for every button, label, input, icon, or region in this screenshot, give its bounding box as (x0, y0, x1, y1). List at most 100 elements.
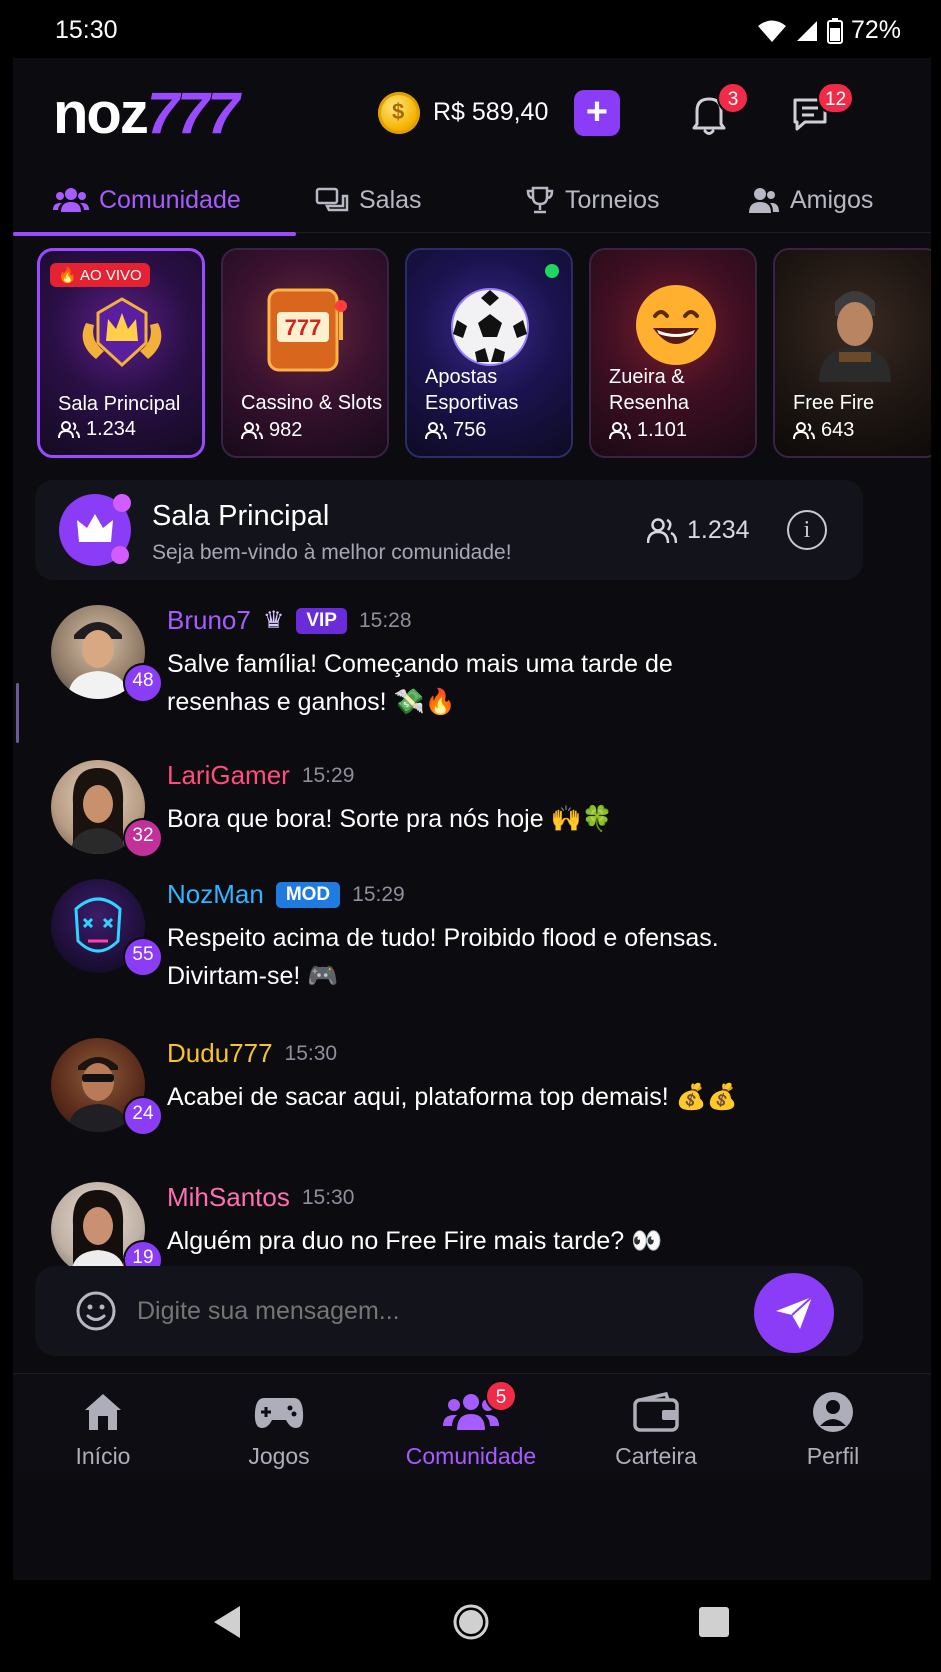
messages-button[interactable]: 12 (781, 82, 855, 144)
soccer-ball-icon (451, 288, 529, 366)
vip-tag: VIP (296, 607, 347, 634)
avatar-person-icon (71, 768, 125, 854)
room-member-count: 643 (793, 419, 854, 442)
nav-inicio[interactable]: Início (23, 1374, 183, 1479)
message-text: Respeito acima de tudo! Proibido flood e… (167, 924, 719, 990)
crown-emblem-icon (82, 297, 162, 368)
status-time: 15:30 (55, 16, 118, 44)
emoji-button[interactable] (75, 1290, 117, 1332)
nav-label: Perfil (806, 1443, 860, 1469)
notifications-button[interactable]: 3 (679, 82, 749, 144)
room-card-apostas-esportivas[interactable]: Apostas Esportivas 756 (405, 248, 573, 458)
crown-icon: ♛ (262, 607, 285, 634)
wifi-icon (757, 20, 786, 42)
svg-text:777: 777 (285, 315, 322, 340)
trophy-icon (526, 186, 554, 214)
room-count-value: 643 (821, 419, 855, 441)
nav-jogos[interactable]: Jogos (199, 1374, 359, 1479)
room-member-count: 982 (241, 419, 302, 442)
users-icon (53, 188, 89, 212)
soldier-character-icon (819, 291, 891, 382)
avatar-person-icon (68, 622, 128, 699)
room-name: Cassino & Slots (241, 392, 383, 414)
members-icon (647, 517, 677, 543)
nav-carteira[interactable]: Carteira (576, 1374, 736, 1479)
notifications-badge: 3 (717, 82, 749, 114)
tab-label: Comunidade (99, 185, 241, 214)
neon-mask-icon (74, 897, 122, 953)
username[interactable]: NozMan (167, 879, 264, 910)
status-dot (111, 546, 129, 564)
room-card-zueira-resenha[interactable]: Zueira & Resenha 1.101 (589, 248, 757, 458)
message-header: NozMan MOD 15:29 (167, 879, 405, 910)
tab-comunidade[interactable]: Comunidade (53, 168, 241, 232)
message-text: Alguém pra duo no Free Fire mais tarde? … (167, 1227, 663, 1255)
message-header: Bruno7 ♛ VIP 15:28 (167, 605, 412, 636)
message-text: Bora que bora! Sorte pra nós hoje 🙌🍀 (167, 805, 613, 833)
level-badge: 24 (123, 1096, 163, 1136)
message-text: Salve família! Começando mais uma tarde … (167, 650, 673, 716)
profile-icon (813, 1392, 853, 1432)
room-card-sala-principal[interactable]: 🔥 AO VIVO Sala Principal 1.234 (37, 248, 205, 458)
room-name: Free Fire (793, 392, 875, 414)
room-card-cassino-slots[interactable]: 777 Cassino & Slots 982 (221, 248, 389, 458)
room-count-value: 756 (453, 419, 487, 441)
members-icon (609, 421, 631, 439)
nav-label: Carteira (615, 1443, 697, 1469)
message-time: 15:30 (284, 1041, 338, 1065)
level-badge: 55 (123, 937, 163, 977)
slot-machine-icon: 777 (267, 288, 347, 372)
nav-perfil[interactable]: Perfil (753, 1374, 913, 1479)
username[interactable]: LariGamer (167, 760, 290, 791)
room-count-value: 1.101 (637, 419, 688, 441)
app-header: noz777 $ R$ 589,40 + 3 12 (13, 58, 931, 168)
coin-symbol: $ (392, 99, 405, 124)
live-badge: 🔥 AO VIVO (50, 263, 150, 287)
nav-comunidade[interactable]: 5 Comunidade (391, 1374, 551, 1479)
status-bar: 15:30 72% (0, 0, 941, 60)
tab-label: Amigos (790, 185, 874, 214)
user-friends-icon (749, 188, 779, 213)
scroll-indicator[interactable] (16, 683, 19, 743)
room-count-value: 982 (269, 419, 303, 441)
message-header: Dudu777 15:30 (167, 1038, 337, 1069)
bottom-navigation: Início Jogos 5 Comunidade Carteira Perfi… (13, 1373, 931, 1479)
send-button[interactable] (754, 1273, 834, 1353)
rooms-carousel[interactable]: 🔥 AO VIVO Sala Principal 1.234 777 Cassi… (13, 246, 931, 466)
message-composer (35, 1266, 863, 1356)
members-icon (793, 421, 815, 439)
username[interactable]: MihSantos (167, 1182, 290, 1213)
room-avatar (59, 494, 131, 566)
active-tab-indicator (13, 232, 296, 236)
tab-torneios[interactable]: Torneios (525, 168, 660, 232)
tab-label: Salas (359, 185, 422, 214)
recents-icon[interactable] (697, 1605, 731, 1639)
tab-salas[interactable]: Salas (315, 168, 422, 232)
message-input[interactable] (135, 1296, 639, 1327)
room-info-bar: Sala Principal Seja bem-vindo à melhor c… (35, 480, 863, 580)
room-count-value: 1.234 (86, 418, 137, 440)
room-title: Sala Principal (152, 500, 330, 532)
community-badge: 5 (485, 1380, 517, 1412)
app-screen: noz777 $ R$ 589,40 + 3 12 Comunidade Sal… (13, 58, 931, 1580)
home-button-icon[interactable] (452, 1603, 490, 1641)
message-header: LariGamer 15:29 (167, 760, 354, 791)
battery-icon (826, 17, 843, 44)
username[interactable]: Bruno7 (167, 605, 251, 636)
room-card-free-fire[interactable]: Free Fire 643 (773, 248, 931, 458)
status-icons: 72% (757, 16, 901, 45)
members-icon (425, 421, 447, 439)
home-icon (85, 1394, 121, 1430)
section-tabs: Comunidade Salas Torneios Amigos (13, 168, 931, 233)
chat-bubbles-icon (315, 187, 349, 212)
balance-display: R$ 589,40 (433, 98, 549, 126)
add-funds-button[interactable]: + (574, 90, 620, 136)
gamepad-icon (254, 1398, 304, 1428)
app-logo[interactable]: noz777 (53, 80, 240, 147)
online-indicator (545, 264, 559, 278)
tab-amigos[interactable]: Amigos (748, 168, 873, 232)
room-info-button[interactable]: i (787, 510, 827, 550)
username[interactable]: Dudu777 (167, 1038, 273, 1069)
battery-level: 72% (850, 16, 901, 44)
back-icon[interactable] (210, 1604, 244, 1640)
